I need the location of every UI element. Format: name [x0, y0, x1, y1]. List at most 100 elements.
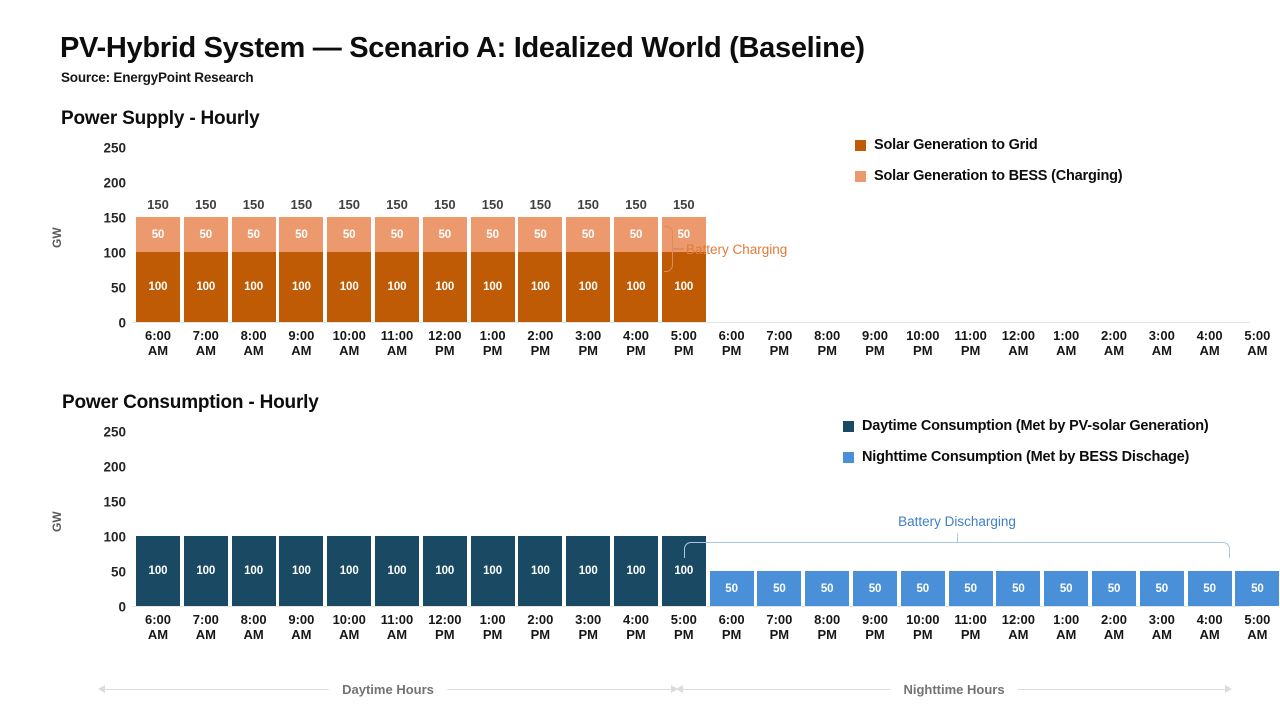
- bar-segment[interactable]: 100: [614, 536, 658, 606]
- bar-column[interactable]: 100: [327, 536, 372, 606]
- bar-column[interactable]: 50 100 150: [327, 197, 372, 322]
- bar-segment[interactable]: 100: [375, 252, 419, 322]
- bar-total-label: 150: [147, 197, 169, 212]
- bar-column[interactable]: 50: [900, 571, 945, 606]
- bar-column[interactable]: 50 100 150: [470, 197, 515, 322]
- y-axis-tick-label: 100: [103, 529, 126, 545]
- bar-value-label: 50: [1155, 582, 1169, 595]
- bar-segment[interactable]: 50: [231, 217, 276, 252]
- bar-column[interactable]: 50: [996, 571, 1041, 606]
- bar-segment[interactable]: 50: [1044, 571, 1089, 606]
- bar-column[interactable]: 50 100 150: [614, 197, 658, 322]
- bar-column[interactable]: 100: [614, 536, 658, 606]
- bar-column[interactable]: 50: [1235, 571, 1280, 606]
- bar-column[interactable]: 50: [948, 571, 993, 606]
- bar-segment[interactable]: 100: [518, 536, 563, 606]
- bar-column[interactable]: 100: [518, 536, 563, 606]
- bar-segment[interactable]: 100: [566, 252, 611, 322]
- bar-segment[interactable]: 100: [375, 536, 419, 606]
- bar-column[interactable]: 50: [805, 571, 850, 606]
- bar-segment[interactable]: 100: [422, 252, 467, 322]
- bar-segment[interactable]: 50: [1235, 571, 1280, 606]
- bar-column[interactable]: 50: [709, 571, 754, 606]
- bar-segment[interactable]: 50: [518, 217, 563, 252]
- bar-column[interactable]: 50: [1092, 571, 1136, 606]
- bar-segment[interactable]: 100: [231, 536, 276, 606]
- bar-segment[interactable]: 100: [279, 252, 324, 322]
- bar-column[interactable]: 50 100 150: [375, 197, 419, 322]
- bar-segment[interactable]: 100: [327, 536, 372, 606]
- bar-column[interactable]: 100: [136, 536, 180, 606]
- bar-segment[interactable]: 50: [709, 571, 754, 606]
- bar-column[interactable]: 50: [757, 571, 802, 606]
- bar-segment[interactable]: 50: [614, 217, 658, 252]
- bar-total-label: 150: [242, 197, 265, 212]
- bar-segment[interactable]: 50: [136, 217, 180, 252]
- bar-segment[interactable]: 100: [470, 252, 515, 322]
- bar-column[interactable]: 100: [422, 536, 467, 606]
- bar-segment[interactable]: 100: [231, 252, 276, 322]
- bar-segment[interactable]: 50: [279, 217, 324, 252]
- bar-total-label: 150: [625, 197, 647, 212]
- bar-segment[interactable]: 100: [614, 252, 658, 322]
- bar-segment[interactable]: 50: [996, 571, 1041, 606]
- bar-column[interactable]: 50 100 150: [136, 197, 180, 322]
- bar-segment[interactable]: 50: [900, 571, 945, 606]
- bar-segment[interactable]: 50: [853, 571, 897, 606]
- bar-segment[interactable]: 50: [757, 571, 802, 606]
- y-axis-tick-label: 50: [110, 564, 126, 580]
- bar-segment[interactable]: 50: [805, 571, 850, 606]
- bar-column[interactable]: 50 100 150: [566, 197, 611, 322]
- bar-segment[interactable]: 100: [566, 536, 611, 606]
- bar-segment[interactable]: 50: [183, 217, 228, 252]
- bar-column[interactable]: 50 100 150: [231, 197, 276, 322]
- bar-total-label: 150: [338, 197, 361, 212]
- bar-value-label: 100: [674, 565, 694, 577]
- bar-column[interactable]: 50 100 150: [279, 197, 324, 322]
- bar-segment[interactable]: 50: [470, 217, 515, 252]
- bar-segment[interactable]: 100: [183, 252, 228, 322]
- bar-value-label: 50: [486, 228, 499, 241]
- bar-column[interactable]: 50 100 150: [422, 197, 467, 322]
- bar-column[interactable]: 100: [375, 536, 419, 606]
- bar-value-label: 50: [390, 228, 404, 241]
- bar-segment[interactable]: 100: [136, 536, 180, 606]
- y-axis-tick-label: 200: [103, 459, 126, 475]
- bar-column[interactable]: 50: [853, 571, 897, 606]
- bar-column[interactable]: 50: [1187, 571, 1232, 606]
- bar-segment[interactable]: 50: [948, 571, 993, 606]
- bar-segment[interactable]: 50: [375, 217, 419, 252]
- bar-value-label: 50: [438, 228, 452, 241]
- bar-value-label: 50: [581, 228, 595, 241]
- bar-value-label: 100: [387, 281, 407, 293]
- bar-column[interactable]: 100: [279, 536, 324, 606]
- bar-segment[interactable]: 50: [1139, 571, 1184, 606]
- range-line: [105, 688, 330, 690]
- source-caption: Source: EnergyPoint Research: [61, 70, 254, 85]
- bar-segment[interactable]: 100: [518, 252, 563, 322]
- slide-canvas: PV-Hybrid System — Scenario A: Idealized…: [0, 0, 1280, 720]
- consumption-y-axis-title: GW: [50, 511, 64, 532]
- bar-segment[interactable]: 50: [327, 217, 372, 252]
- bar-segment[interactable]: 100: [470, 536, 515, 606]
- bar-segment[interactable]: 50: [1187, 571, 1232, 606]
- bar-column[interactable]: 100: [470, 536, 515, 606]
- bar-segment[interactable]: 100: [183, 536, 228, 606]
- bar-value-label: 50: [342, 228, 356, 241]
- bar-segment[interactable]: 100: [327, 252, 372, 322]
- bar-segment[interactable]: 100: [422, 536, 467, 606]
- bar-column[interactable]: 100: [231, 536, 276, 606]
- bar-column[interactable]: 100: [566, 536, 611, 606]
- bar-column[interactable]: 50 100 150: [183, 197, 228, 322]
- bar-value-label: 50: [247, 228, 260, 241]
- bar-segment[interactable]: 50: [566, 217, 611, 252]
- bar-segment[interactable]: 100: [136, 252, 180, 322]
- bar-segment[interactable]: 100: [279, 536, 324, 606]
- bar-value-label: 50: [773, 582, 786, 595]
- bar-segment[interactable]: 50: [422, 217, 467, 252]
- bar-column[interactable]: 50: [1139, 571, 1184, 606]
- bar-column[interactable]: 50 100 150: [518, 197, 563, 322]
- bar-segment[interactable]: 50: [1092, 571, 1136, 606]
- bar-column[interactable]: 50: [1044, 571, 1089, 606]
- bar-column[interactable]: 100: [183, 536, 228, 606]
